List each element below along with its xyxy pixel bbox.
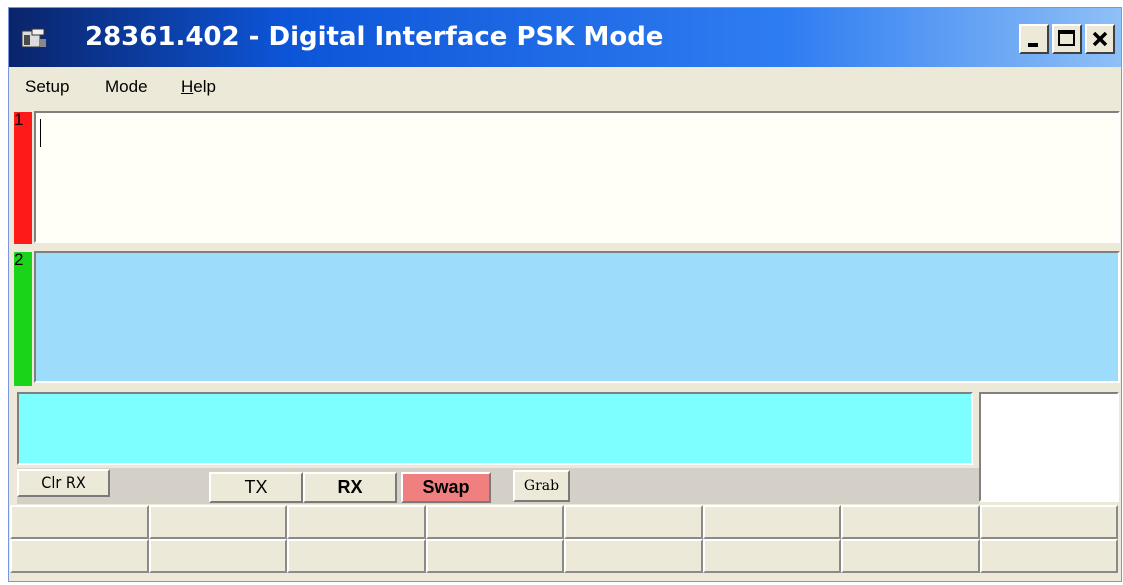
window-title: 28361.402 - Digital Interface PSK Mode (85, 22, 664, 52)
clear-rx-button[interactable]: Clr RX (17, 469, 110, 497)
title-bar[interactable]: 28361.402 - Digital Interface PSK Mode (9, 8, 1121, 67)
macro-button[interactable] (10, 539, 149, 573)
macro-button[interactable] (564, 539, 703, 573)
waterfall-display[interactable] (979, 392, 1119, 502)
macro-button[interactable] (148, 505, 287, 539)
app-window: 28361.402 - Digital Interface PSK Mode S… (8, 7, 1122, 582)
minimize-icon (1028, 43, 1038, 47)
maximize-icon (1058, 30, 1075, 46)
close-button[interactable] (1085, 24, 1115, 54)
macro-button[interactable] (702, 539, 841, 573)
macro-button[interactable] (425, 505, 564, 539)
macro-button[interactable] (979, 505, 1118, 539)
pane-1-number: 1 (14, 110, 24, 129)
maximize-button[interactable] (1052, 24, 1082, 54)
pane-2-number: 2 (14, 250, 24, 269)
minimize-button[interactable] (1019, 24, 1049, 54)
close-icon (1092, 31, 1108, 47)
menu-setup[interactable]: Setup (25, 77, 69, 97)
menu-help[interactable]: Help (181, 77, 216, 97)
swap-button[interactable]: Swap (401, 472, 491, 503)
transmit-text-pane[interactable] (17, 392, 973, 465)
macro-button[interactable] (564, 505, 703, 539)
macro-button[interactable] (10, 505, 149, 539)
app-window-icon[interactable] (20, 27, 48, 51)
menu-bar: Setup Mode Help (9, 67, 1121, 109)
text-caret (40, 119, 41, 147)
button-bar: Clr RX TX RX Swap Grab (17, 468, 979, 504)
macro-button[interactable] (287, 539, 426, 573)
macro-button[interactable] (841, 539, 980, 573)
grab-button[interactable]: Grab (513, 470, 570, 502)
tx-button[interactable]: TX (209, 472, 303, 503)
macro-button[interactable] (148, 539, 287, 573)
macro-button[interactable] (702, 505, 841, 539)
receive-pane-2[interactable] (34, 251, 1120, 383)
macro-button[interactable] (841, 505, 980, 539)
macro-button[interactable] (287, 505, 426, 539)
pane-2-indicator: 2 (14, 250, 32, 386)
menu-mode[interactable]: Mode (105, 77, 148, 97)
rx-button[interactable]: RX (303, 472, 397, 503)
macro-button[interactable] (425, 539, 564, 573)
macro-button[interactable] (979, 539, 1118, 573)
pane-1-indicator: 1 (14, 110, 32, 244)
receive-pane-1[interactable] (34, 111, 1120, 243)
